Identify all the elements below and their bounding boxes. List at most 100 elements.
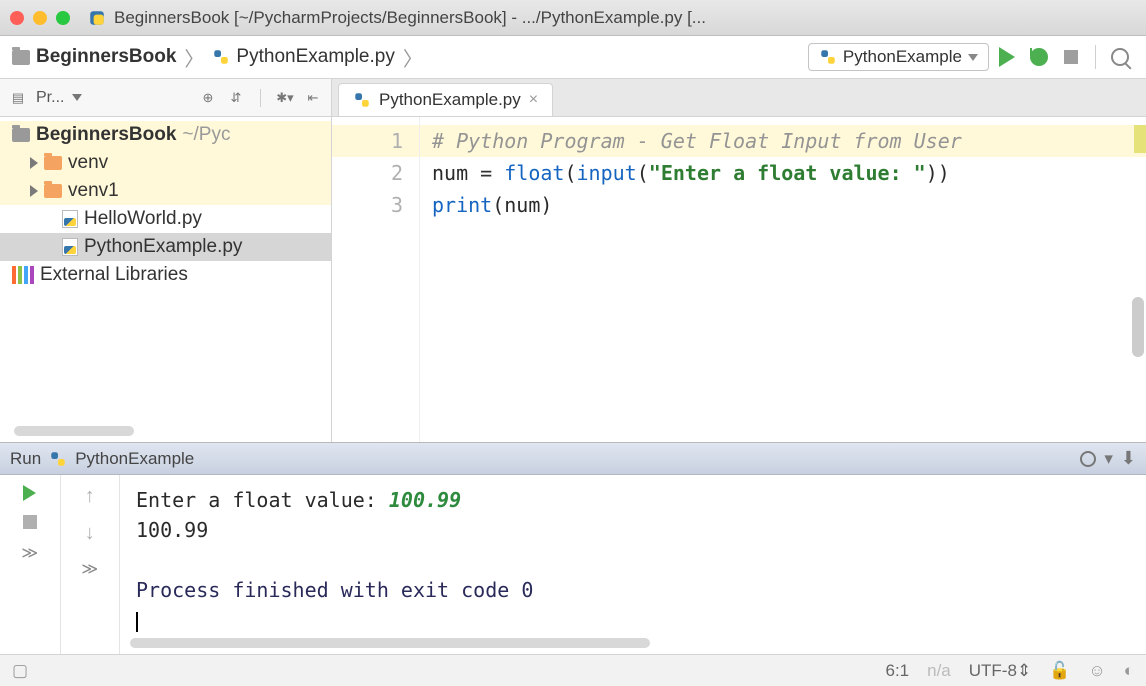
error-stripe-marker[interactable] — [1134, 125, 1146, 153]
code-comment: # Python Program - Get Float Input from … — [432, 129, 962, 153]
close-window-button[interactable] — [10, 11, 24, 25]
search-icon — [1111, 48, 1129, 66]
run-button[interactable] — [993, 43, 1021, 71]
tree-label: PythonExample.py — [84, 236, 242, 258]
file-encoding[interactable]: UTF-8⇕ — [969, 661, 1031, 681]
project-tree[interactable]: BeginnersBook ~/Pyc venv venv1 HelloWorl… — [0, 117, 331, 420]
rerun-button[interactable] — [23, 485, 36, 501]
project-view-icon[interactable]: ▤ — [8, 88, 28, 108]
maximize-window-button[interactable] — [56, 11, 70, 25]
python-icon — [819, 48, 837, 66]
separator — [1095, 45, 1096, 69]
project-sidebar: ▤ Pr... ⊕ ⇵ ✱▾ ⇤ BeginnersBook ~/Pyc ven… — [0, 79, 332, 442]
navigation-bar: BeginnersBook 〉 PythonExample.py 〉 Pytho… — [0, 36, 1146, 79]
tree-label: HelloWorld.py — [84, 208, 202, 230]
tree-label: venv — [68, 152, 108, 174]
code-content[interactable]: # Python Program - Get Float Input from … — [420, 117, 1146, 442]
line-number: 1 — [332, 125, 419, 157]
stop-button[interactable] — [1057, 43, 1085, 71]
disclosure-icon[interactable] — [30, 157, 38, 169]
tool-windows-icon[interactable]: ▢ — [12, 661, 28, 681]
debug-button[interactable] — [1025, 43, 1053, 71]
settings-icon[interactable]: ✱▾ — [275, 88, 295, 108]
expand-icon[interactable]: ≫ — [21, 543, 38, 563]
project-toolbar: ▤ Pr... ⊕ ⇵ ✱▾ ⇤ — [0, 79, 331, 117]
run-panel-label: Run — [10, 449, 41, 469]
python-icon — [49, 450, 67, 468]
hide-icon[interactable]: ⇤ — [303, 88, 323, 108]
scroll-from-source-icon[interactable]: ⊕ — [198, 88, 218, 108]
line-gutter: 1 2 3 — [332, 117, 420, 442]
collapse-all-icon[interactable]: ⇵ — [226, 88, 246, 108]
console-cursor — [136, 612, 138, 632]
vertical-scrollbar[interactable] — [1132, 297, 1144, 357]
run-config-label: PythonExample — [843, 47, 962, 67]
editor-tab[interactable]: PythonExample.py × — [338, 83, 553, 116]
separator — [260, 89, 261, 107]
python-file-icon — [62, 210, 78, 228]
dropdown-icon[interactable]: ▾ — [1104, 449, 1113, 469]
search-everywhere-button[interactable] — [1106, 43, 1134, 71]
tree-item-pythonexample[interactable]: PythonExample.py — [0, 233, 331, 261]
up-arrow-icon[interactable]: ↑ — [85, 485, 95, 508]
updown-icon: ⇕ — [1017, 661, 1031, 680]
console-output[interactable]: Enter a float value: 100.99 100.99 Proce… — [120, 475, 1146, 654]
breadcrumb: BeginnersBook 〉 PythonExample.py 〉 — [12, 43, 425, 72]
project-root[interactable]: BeginnersBook ~/Pyc — [0, 121, 331, 149]
close-tab-icon[interactable]: × — [529, 91, 538, 109]
caret-position[interactable]: 6:1 — [885, 661, 909, 681]
external-libraries[interactable]: External Libraries — [0, 261, 331, 289]
python-file-icon — [62, 238, 78, 256]
project-panel-label[interactable]: Pr... — [36, 89, 64, 107]
folder-icon — [44, 156, 62, 170]
stop-button[interactable] — [23, 515, 37, 529]
tree-label: venv1 — [68, 180, 119, 202]
project-name: BeginnersBook — [36, 124, 176, 146]
editor-tabs: PythonExample.py × — [332, 79, 1146, 117]
tree-item-venv[interactable]: venv — [0, 149, 331, 177]
expand-icon[interactable]: ≫ — [81, 559, 98, 579]
stop-icon — [1064, 50, 1078, 64]
stop-icon — [23, 515, 37, 529]
console-prompt: Enter a float value: — [136, 488, 389, 512]
window-titlebar: BeginnersBook [~/PycharmProjects/Beginne… — [0, 0, 1146, 36]
breadcrumb-project[interactable]: BeginnersBook — [36, 46, 176, 68]
code-area[interactable]: 1 2 3 # Python Program - Get Float Input… — [332, 117, 1146, 442]
line-separator[interactable]: n/a — [927, 661, 951, 681]
play-icon — [999, 47, 1015, 67]
app-icon — [88, 9, 106, 27]
window-controls — [10, 11, 70, 25]
minimize-window-button[interactable] — [33, 11, 47, 25]
code-editor: PythonExample.py × 1 2 3 # Python Progra… — [332, 79, 1146, 442]
project-path: ~/Pyc — [182, 124, 230, 146]
python-file-icon — [353, 91, 371, 109]
down-arrow-icon[interactable]: ↓ — [85, 522, 95, 545]
disclosure-icon[interactable] — [30, 185, 38, 197]
dropdown-icon[interactable] — [72, 94, 82, 101]
external-libraries-label: External Libraries — [40, 264, 188, 286]
gear-icon[interactable] — [1080, 451, 1096, 467]
folder-icon — [12, 50, 30, 65]
tab-label: PythonExample.py — [379, 90, 521, 110]
breadcrumb-file[interactable]: PythonExample.py — [236, 46, 394, 68]
run-tool-window: Run PythonExample ▾ ⬇ ≫ ↑ ↓ ≫ Enter a fl… — [0, 442, 1146, 654]
tree-item-helloworld[interactable]: HelloWorld.py — [0, 205, 331, 233]
line-number: 2 — [340, 157, 403, 189]
lock-icon[interactable]: 🔓 — [1049, 661, 1070, 681]
horizontal-scrollbar[interactable] — [130, 638, 650, 648]
horizontal-scrollbar[interactable] — [14, 426, 134, 436]
python-file-icon — [212, 48, 230, 66]
inspector-icon[interactable]: ☺ — [1088, 661, 1105, 681]
dropdown-icon — [968, 54, 978, 61]
chevron-right-icon: 〉 — [184, 43, 204, 72]
download-icon[interactable]: ⬇ — [1121, 448, 1136, 469]
console-output-line: 100.99 — [136, 515, 1130, 545]
console-exit-line: Process finished with exit code 0 — [136, 575, 1130, 605]
run-configuration-selector[interactable]: PythonExample — [808, 43, 989, 71]
run-toolbar: ≫ ↑ ↓ ≫ — [0, 475, 120, 654]
feedback-icon[interactable]: ◐ — [1124, 661, 1134, 681]
tree-item-venv1[interactable]: venv1 — [0, 177, 331, 205]
console-input: 100.99 — [389, 488, 461, 512]
libraries-icon — [12, 266, 34, 284]
status-bar: ▢ 6:1 n/a UTF-8⇕ 🔓 ☺ ◐ — [0, 654, 1146, 686]
